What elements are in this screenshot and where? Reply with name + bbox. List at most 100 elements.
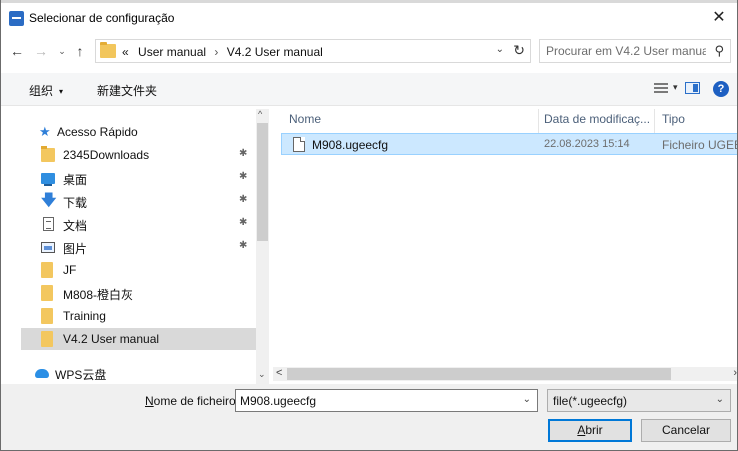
filename-input[interactable] — [240, 394, 510, 408]
preview-pane-icon[interactable] — [685, 82, 700, 94]
download-icon: 🡇 — [41, 192, 57, 209]
filename-label: Nome de ficheiro: — [145, 394, 239, 408]
breadcrumb-overflow[interactable]: « — [122, 45, 129, 59]
search-input[interactable] — [546, 44, 706, 58]
pin-icon: ✱ — [239, 171, 248, 182]
address-bar[interactable]: « User manual › V4.2 User manual ⌄ ↻ — [95, 39, 531, 63]
file-name: M908.ugeecfg — [312, 138, 389, 152]
pictures-icon — [41, 242, 55, 253]
pin-icon: ✱ — [239, 217, 248, 228]
scrollbar-thumb[interactable] — [287, 368, 671, 380]
sidebar-item-label: WPS云盘 — [55, 368, 107, 382]
organize-button[interactable]: 组织 ▾ — [29, 82, 63, 99]
view-options-icon[interactable] — [654, 82, 668, 94]
sidebar-item-label: V4.2 User manual — [63, 332, 160, 346]
desktop-icon — [41, 173, 55, 186]
sidebar-item-desktop[interactable]: 桌面 ✱ — [21, 167, 256, 189]
sidebar-item-label: 文档 — [63, 219, 88, 233]
file-row-selected[interactable]: M908.ugeecfg 22.08.2023 15:14 Ficheiro U… — [281, 133, 737, 155]
forward-arrow-icon[interactable]: → — [33, 43, 49, 59]
file-date: 22.08.2023 15:14 — [544, 138, 630, 150]
sidebar-item-label: JF — [63, 263, 77, 277]
organize-label: 组织 — [29, 84, 54, 98]
file-type-selected-value: file(*.ugeecfg) — [553, 394, 628, 408]
scroll-up-icon[interactable]: ^ — [258, 109, 262, 119]
address-dropdown-chevron-icon[interactable]: ⌄ — [496, 44, 504, 55]
sidebar-item-label: 下载 — [63, 196, 88, 210]
sidebar-item-label: M808-橙白灰 — [63, 288, 134, 302]
caret-down-icon: ▾ — [59, 87, 64, 96]
folder-icon — [100, 42, 116, 58]
navigation-scrollbar[interactable]: ^ ⌄ — [256, 109, 269, 384]
recent-locations-chevron-icon[interactable]: ⌄ — [54, 43, 70, 59]
scroll-down-icon[interactable]: ⌄ — [258, 369, 266, 380]
up-arrow-icon[interactable]: ↑ — [72, 43, 88, 59]
filename-combobox[interactable]: ⌄ — [235, 389, 538, 412]
sidebar-item-training[interactable]: Training — [21, 305, 256, 327]
address-row: ← → ⌄ ↑ « User manual › V4.2 User manual… — [1, 37, 737, 67]
help-icon[interactable]: ? — [713, 81, 729, 97]
new-folder-button[interactable]: 新建文件夹 — [97, 82, 157, 99]
column-divider[interactable] — [538, 109, 539, 133]
sort-ascending-icon: ^ — [406, 109, 410, 112]
window-title: Selecionar de configuração — [29, 11, 175, 25]
sidebar-item-pictures[interactable]: 图片 ✱ — [21, 236, 256, 258]
breadcrumb-separator[interactable]: › — [209, 45, 223, 59]
sidebar-item-jf[interactable]: JF — [21, 259, 256, 281]
scroll-right-icon[interactable]: › — [733, 367, 737, 379]
back-arrow-icon[interactable]: ← — [9, 43, 25, 59]
cancel-button[interactable]: Cancelar — [641, 419, 731, 442]
scroll-left-icon[interactable]: < — [276, 367, 282, 379]
close-button[interactable]: ✕ — [699, 3, 737, 33]
column-header-name[interactable]: Nome — [289, 112, 321, 132]
sidebar-item-label: Training — [63, 309, 106, 323]
file-type-chevron-icon[interactable]: ⌄ — [716, 394, 724, 405]
file-type: Ficheiro UGEEC — [662, 138, 737, 152]
sidebar-item-m808[interactable]: M808-橙白灰 — [21, 282, 256, 304]
open-button[interactable]: Abrir — [548, 419, 632, 442]
column-header-date[interactable]: Data de modificaç... — [544, 112, 650, 132]
file-list-horizontal-scrollbar[interactable]: < › — [273, 367, 737, 381]
refresh-icon[interactable]: ↻ — [513, 42, 525, 59]
sidebar-item-2345downloads[interactable]: 2345Downloads ✱ — [21, 144, 256, 166]
filename-label-mnemonic: N — [145, 394, 154, 408]
folder-icon — [41, 331, 53, 347]
file-type-select[interactable]: file(*.ugeecfg) ⌄ — [547, 389, 731, 412]
sidebar-item-label: 2345Downloads — [63, 148, 150, 162]
file-icon — [293, 137, 305, 152]
document-icon — [43, 217, 54, 231]
sidebar-item-documents[interactable]: 文档 ✱ — [21, 213, 256, 235]
pin-icon: ✱ — [239, 194, 248, 205]
dialog-footer: Nome de ficheiro: ⌄ file(*.ugeecfg) ⌄ Ab… — [1, 384, 737, 450]
breadcrumb-item-user-manual[interactable]: User manual — [138, 45, 206, 59]
command-toolbar: 组织 ▾ 新建文件夹 ▾ ? — [1, 73, 737, 106]
column-header-label: Nome — [289, 112, 322, 126]
pin-icon: ✱ — [239, 240, 248, 251]
folder-icon — [41, 285, 53, 301]
folder-icon — [41, 262, 53, 278]
navigation-pane: ★ Acesso Rápido 2345Downloads ✱ 桌面 ✱ 🡇 下… — [21, 109, 256, 384]
breadcrumb-item-v42-user-manual[interactable]: V4.2 User manual — [227, 45, 323, 59]
search-icon[interactable]: ⚲ — [714, 43, 724, 59]
sidebar-item-v42-user-manual[interactable]: V4.2 User manual — [21, 328, 256, 350]
filename-label-text: ome de ficheiro: — [153, 394, 240, 408]
view-options-caret-icon[interactable]: ▾ — [673, 82, 678, 93]
filename-dropdown-chevron-icon[interactable]: ⌄ — [523, 394, 531, 405]
sidebar-item-quick-access[interactable]: ★ Acesso Rápido — [21, 121, 256, 143]
sidebar-item-downloads[interactable]: 🡇 下载 ✱ — [21, 190, 256, 212]
cloud-icon — [35, 369, 49, 378]
sidebar-item-label: Acesso Rápido — [57, 125, 138, 139]
file-list: Nome ^ Data de modificaç... Tipo M908.ug… — [273, 109, 737, 367]
app-icon — [9, 11, 24, 26]
column-header-label: Data de modificaç... — [544, 112, 651, 126]
title-bar[interactable]: Selecionar de configuração ✕ — [1, 3, 737, 33]
search-box[interactable]: ⚲ — [539, 39, 731, 63]
breadcrumb: « User manual › V4.2 User manual — [122, 45, 323, 59]
scrollbar-thumb[interactable] — [257, 123, 268, 241]
column-header-type[interactable]: Tipo — [662, 112, 685, 132]
column-header-label: Tipo — [662, 112, 685, 126]
sidebar-item-wps-cloud[interactable]: WPS云盘 — [21, 362, 256, 384]
column-divider[interactable] — [654, 109, 655, 133]
quick-access-star-icon: ★ — [39, 124, 51, 139]
file-open-dialog: Selecionar de configuração ✕ ← → ⌄ ↑ « U… — [0, 0, 738, 451]
